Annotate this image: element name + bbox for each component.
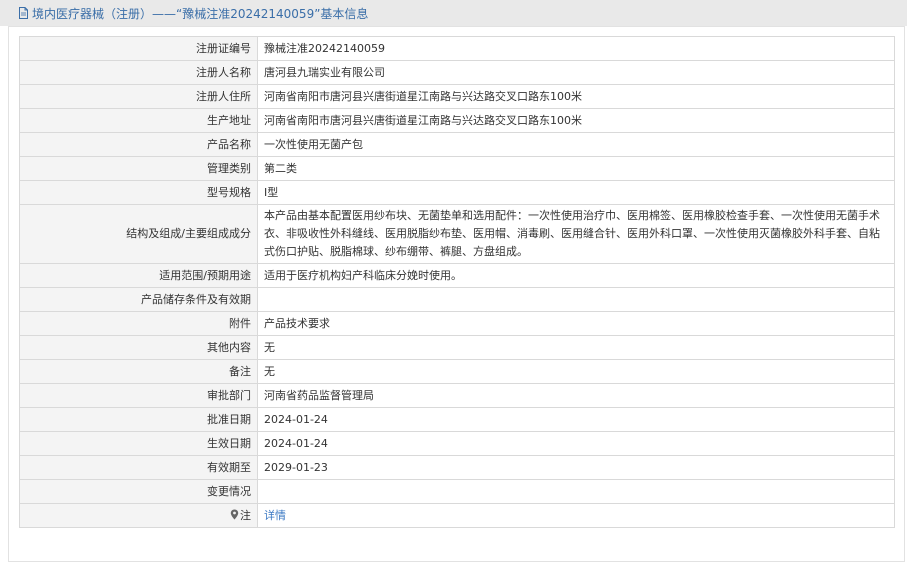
row-label: 有效期至: [19, 455, 258, 480]
row-label: 产品名称: [19, 132, 258, 157]
row-value: 产品技术要求: [257, 311, 895, 336]
row-value: 唐河县九瑞实业有限公司: [257, 60, 895, 85]
table-row: 产品储存条件及有效期: [19, 287, 895, 312]
map-pin-icon: [230, 509, 239, 519]
row-value: 本产品由基本配置医用纱布块、无菌垫单和选用配件：一次性使用治疗巾、医用棉签、医用…: [257, 204, 895, 264]
row-label: 结构及组成/主要组成成分: [19, 204, 258, 264]
page-title-bar: 境内医疗器械（注册）——“豫械注准20242140059”基本信息: [0, 0, 907, 26]
row-label: 备注: [19, 359, 258, 384]
row-value: 2024-01-24: [257, 407, 895, 432]
row-value: [257, 287, 895, 312]
table-row: 注册证编号 豫械注准20242140059: [19, 36, 895, 61]
table-row: 有效期至 2029-01-23: [19, 455, 895, 480]
row-value: 河南省南阳市唐河县兴唐街道星江南路与兴达路交叉口路东100米: [257, 84, 895, 109]
document-icon: [19, 7, 28, 19]
note-label: 注: [240, 508, 251, 522]
table-row: 批准日期 2024-01-24: [19, 407, 895, 432]
row-label: 生产地址: [19, 108, 258, 133]
table-row: 其他内容 无: [19, 335, 895, 360]
table-row: 备注 无: [19, 359, 895, 384]
row-value: 河南省南阳市唐河县兴唐街道星江南路与兴达路交叉口路东100米: [257, 108, 895, 133]
table-row: 适用范围/预期用途 适用于医疗机构妇产科临床分娩时使用。: [19, 263, 895, 288]
page-title: 境内医疗器械（注册）——“豫械注准20242140059”基本信息: [32, 6, 369, 21]
row-value: 第二类: [257, 156, 895, 181]
row-label: 变更情况: [19, 479, 258, 504]
table-row: 型号规格 Ⅰ型: [19, 180, 895, 205]
row-value: 豫械注准20242140059: [257, 36, 895, 61]
table-row: 审批部门 河南省药品监督管理局: [19, 383, 895, 408]
row-label: 产品储存条件及有效期: [19, 287, 258, 312]
row-label: 注册证编号: [19, 36, 258, 61]
row-label: 附件: [19, 311, 258, 336]
table-row: 注 详情: [19, 503, 895, 528]
table-row: 注册人住所 河南省南阳市唐河县兴唐街道星江南路与兴达路交叉口路东100米: [19, 84, 895, 109]
row-value: 适用于医疗机构妇产科临床分娩时使用。: [257, 263, 895, 288]
row-label: 注册人名称: [19, 60, 258, 85]
details-link[interactable]: 详情: [264, 509, 286, 522]
row-label: 审批部门: [19, 383, 258, 408]
table-row: 附件 产品技术要求: [19, 311, 895, 336]
table-row: 注册人名称 唐河县九瑞实业有限公司: [19, 60, 895, 85]
row-value: 无: [257, 359, 895, 384]
row-value: 一次性使用无菌产包: [257, 132, 895, 157]
table-row: 生产地址 河南省南阳市唐河县兴唐街道星江南路与兴达路交叉口路东100米: [19, 108, 895, 133]
row-label: 生效日期: [19, 431, 258, 456]
note-label-cell: 注: [19, 503, 258, 528]
row-label: 注册人住所: [19, 84, 258, 109]
row-label: 其他内容: [19, 335, 258, 360]
row-value: 河南省药品监督管理局: [257, 383, 895, 408]
table-row: 生效日期 2024-01-24: [19, 431, 895, 456]
table-row: 变更情况: [19, 479, 895, 504]
row-label: 管理类别: [19, 156, 258, 181]
row-label: 适用范围/预期用途: [19, 263, 258, 288]
table-row: 管理类别 第二类: [19, 156, 895, 181]
row-value: 2024-01-24: [257, 431, 895, 456]
row-value: 详情: [257, 503, 895, 528]
row-value: Ⅰ型: [257, 180, 895, 205]
row-value: 2029-01-23: [257, 455, 895, 480]
info-table: 注册证编号 豫械注准20242140059 注册人名称 唐河县九瑞实业有限公司 …: [19, 36, 895, 528]
table-row: 产品名称 一次性使用无菌产包: [19, 132, 895, 157]
row-value: 无: [257, 335, 895, 360]
table-row: 结构及组成/主要组成成分 本产品由基本配置医用纱布块、无菌垫单和选用配件：一次性…: [19, 204, 895, 264]
row-label: 型号规格: [19, 180, 258, 205]
row-value: [257, 479, 895, 504]
row-label: 批准日期: [19, 407, 258, 432]
